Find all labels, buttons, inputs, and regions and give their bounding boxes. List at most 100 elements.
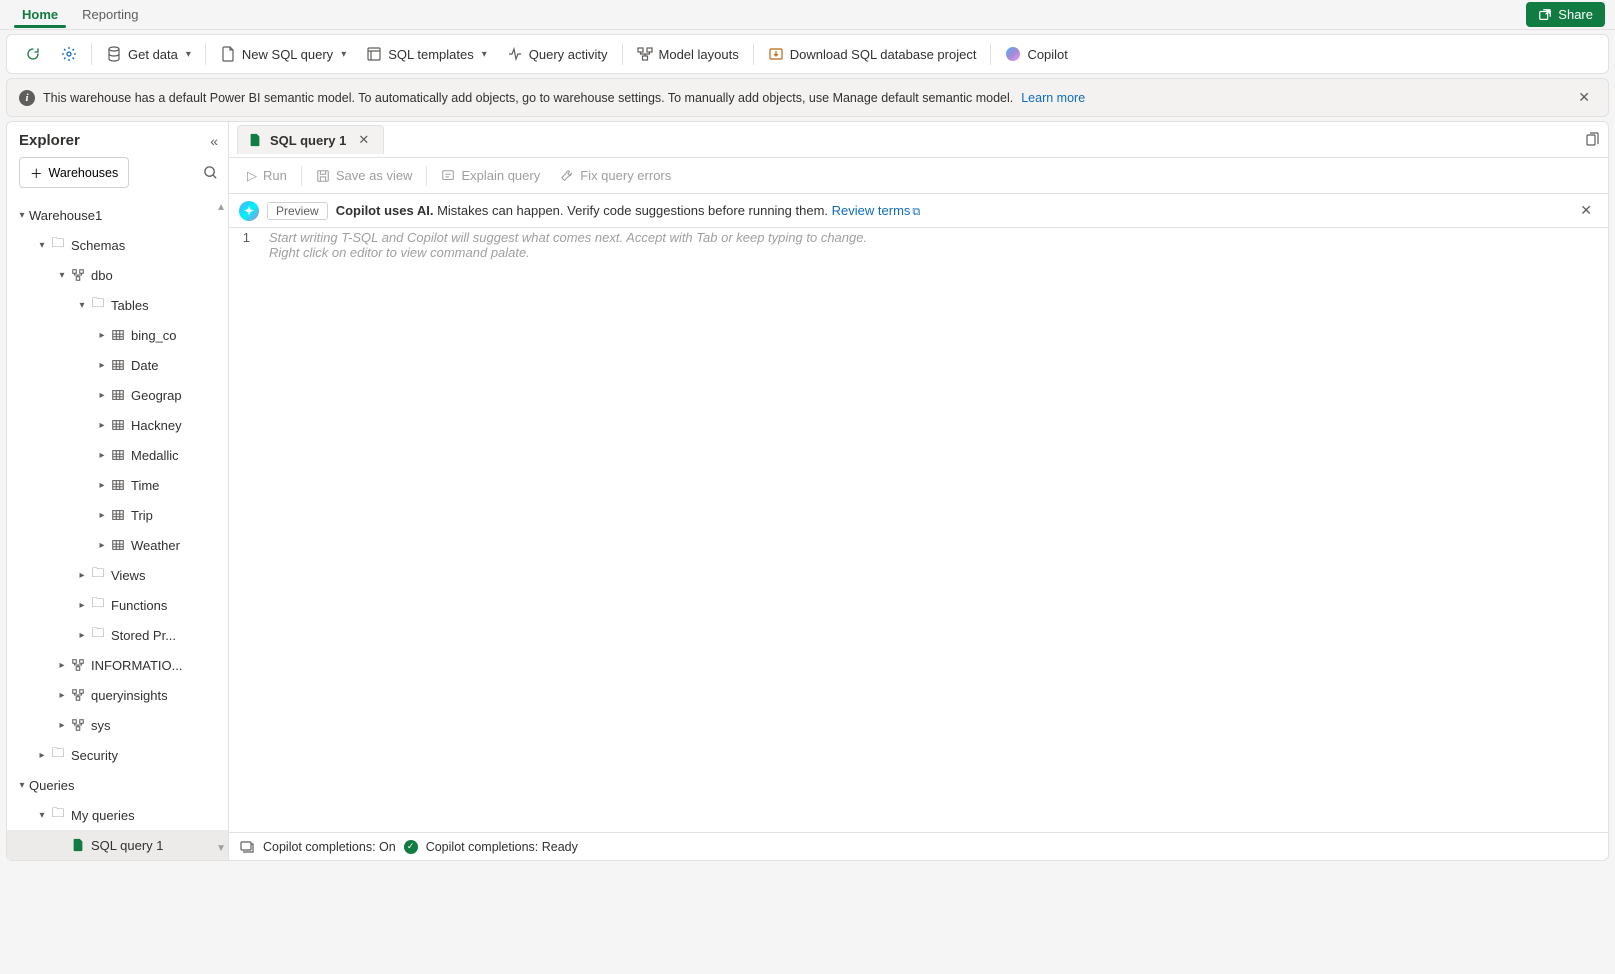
sql-templates-button[interactable]: SQL templates ▾ — [356, 40, 497, 68]
table-icon — [109, 448, 127, 462]
fix-errors-button[interactable]: Fix query errors — [550, 163, 681, 188]
tree-functions[interactable]: ▸🗀Functions — [7, 590, 228, 620]
editor-tab-sql-query-1[interactable]: SQL query 1 ✕ — [237, 125, 384, 154]
save-view-button[interactable]: Save as view — [306, 163, 423, 188]
refresh-button[interactable] — [15, 40, 51, 68]
copy-icon[interactable] — [1584, 132, 1600, 148]
settings-button[interactable] — [51, 40, 87, 68]
add-warehouse-button[interactable]: ＋ Warehouses — [19, 157, 129, 188]
database-icon — [106, 46, 122, 62]
gutter: 1 — [229, 228, 259, 832]
tree-table-row[interactable]: ▸Date — [7, 350, 228, 380]
info-icon: i — [19, 90, 35, 106]
separator — [990, 43, 991, 65]
share-label: Share — [1558, 7, 1593, 22]
tree-table-row[interactable]: ▸Medallic — [7, 440, 228, 470]
chevron-down-icon: ▾ — [482, 49, 487, 60]
table-icon — [109, 328, 127, 342]
chevron-down-icon: ▾ — [341, 49, 346, 60]
share-button[interactable]: Share — [1526, 2, 1605, 27]
tree-sql-query-1[interactable]: SQL query 1 — [7, 830, 228, 860]
separator — [91, 43, 92, 65]
explain-button[interactable]: Explain query — [431, 163, 550, 188]
tree-security[interactable]: ▸🗀Security — [7, 740, 228, 770]
tree-info-schema[interactable]: ▸INFORMATIO... — [7, 650, 228, 680]
copilot-button[interactable]: Copilot — [995, 40, 1077, 68]
get-data-button[interactable]: Get data ▾ — [96, 40, 201, 68]
table-icon — [109, 418, 127, 432]
tree-table-row[interactable]: ▸bing_co — [7, 320, 228, 350]
copilot-label: Copilot — [1027, 47, 1067, 62]
status-bar: Copilot completions: On ✓ Copilot comple… — [229, 832, 1608, 860]
get-data-label: Get data — [128, 47, 178, 62]
activity-icon — [507, 46, 523, 62]
code-placeholder: Start writing T-SQL and Copilot will sug… — [259, 228, 867, 832]
status-ready: Copilot completions: Ready — [426, 840, 578, 854]
tree-queries[interactable]: ▾Queries — [7, 770, 228, 800]
table-icon — [109, 388, 127, 402]
preview-badge: Preview — [267, 202, 328, 220]
separator — [753, 43, 754, 65]
separator — [426, 166, 427, 186]
close-copilot-banner[interactable]: ✕ — [1574, 200, 1598, 221]
copilot-icon: ✦ — [239, 201, 259, 221]
tree-table-row[interactable]: ▸Time — [7, 470, 228, 500]
tree-my-queries[interactable]: ▾🗀My queries — [7, 800, 228, 830]
scroll-down-icon[interactable]: ▼ — [216, 843, 226, 854]
tree-warehouse[interactable]: ▾Warehouse1 — [7, 200, 228, 230]
run-button[interactable]: ▷Run — [237, 163, 297, 189]
scroll-up-icon[interactable]: ▲ — [216, 202, 226, 213]
review-terms-link[interactable]: Review terms⧉ — [832, 203, 921, 218]
explain-icon — [441, 169, 455, 183]
copilot-banner: ✦ Preview Copilot uses AI. Mistakes can … — [229, 194, 1608, 228]
learn-more-link[interactable]: Learn more — [1021, 91, 1085, 105]
search-icon[interactable] — [203, 165, 218, 180]
tree-dbo[interactable]: ▾dbo — [7, 260, 228, 290]
separator — [301, 166, 302, 186]
editor-tab-label: SQL query 1 — [270, 133, 346, 148]
schema-icon — [69, 658, 87, 672]
schema-icon — [69, 268, 87, 282]
query-activity-label: Query activity — [529, 47, 608, 62]
tree-schemas[interactable]: ▾🗀Schemas — [7, 230, 228, 260]
collapse-icon[interactable]: « — [210, 133, 218, 149]
table-icon — [109, 478, 127, 492]
code-editor[interactable]: 1 Start writing T-SQL and Copilot will s… — [229, 228, 1608, 832]
tree-table-row[interactable]: ▸Hackney — [7, 410, 228, 440]
close-tab-button[interactable]: ✕ — [354, 132, 373, 148]
chevron-down-icon: ▾ — [186, 49, 191, 60]
folder-icon: 🗀 — [49, 804, 67, 826]
schema-icon — [69, 688, 87, 702]
template-icon — [366, 46, 382, 62]
tree-table-row[interactable]: ▸Weather — [7, 530, 228, 560]
close-banner-button[interactable]: ✕ — [1572, 87, 1596, 108]
table-icon — [109, 538, 127, 552]
model-layouts-button[interactable]: Model layouts — [627, 40, 749, 68]
tree-tables[interactable]: ▾🗀Tables — [7, 290, 228, 320]
toolbar: Get data ▾ New SQL query ▾ SQL templates… — [6, 34, 1609, 74]
tree-table-row[interactable]: ▸Trip — [7, 500, 228, 530]
editor-area: SQL query 1 ✕ ▷Run Save as view Explain … — [229, 122, 1608, 860]
explorer-title: Explorer — [19, 132, 210, 149]
tree-sys[interactable]: ▸sys — [7, 710, 228, 740]
sql-templates-label: SQL templates — [388, 47, 474, 62]
share-icon — [1538, 8, 1552, 22]
completions-toggle-icon[interactable] — [239, 839, 255, 855]
tab-reporting[interactable]: Reporting — [70, 2, 150, 27]
download-icon — [768, 46, 784, 62]
query-activity-button[interactable]: Query activity — [497, 40, 618, 68]
new-sql-button[interactable]: New SQL query ▾ — [210, 40, 356, 68]
fix-icon — [560, 169, 574, 183]
download-label: Download SQL database project — [790, 47, 977, 62]
tab-home[interactable]: Home — [10, 2, 70, 27]
external-link-icon: ⧉ — [912, 206, 920, 218]
explorer-panel: Explorer « ＋ Warehouses ▲ ▾Warehouse1 ▾🗀… — [7, 122, 229, 860]
tree-queryinsights[interactable]: ▸queryinsights — [7, 680, 228, 710]
tree-stored-procs[interactable]: ▸🗀Stored Pr... — [7, 620, 228, 650]
tree-table-row[interactable]: ▸Geograp — [7, 380, 228, 410]
tree-views[interactable]: ▸🗀Views — [7, 560, 228, 590]
play-icon: ▷ — [247, 168, 257, 184]
download-button[interactable]: Download SQL database project — [758, 40, 987, 68]
plus-icon: ＋ — [30, 163, 43, 182]
table-icon — [109, 508, 127, 522]
